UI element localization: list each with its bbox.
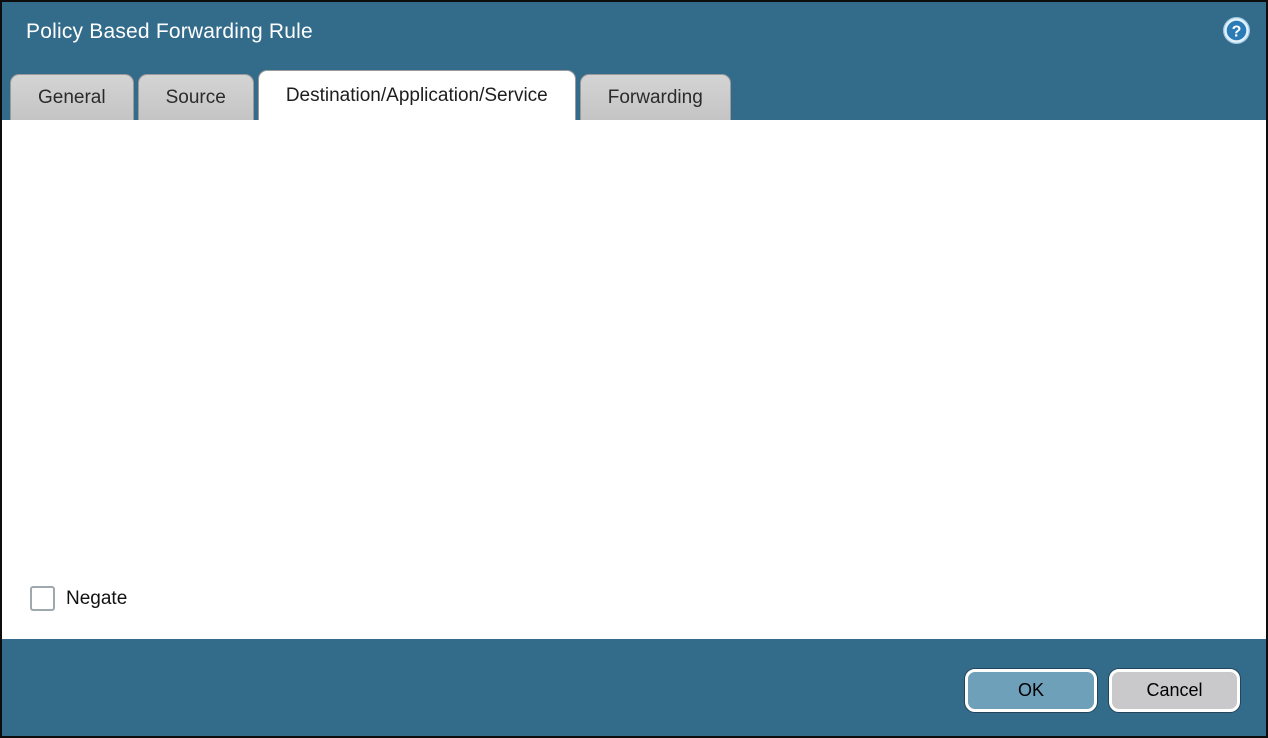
- tab-source[interactable]: Source: [138, 74, 254, 120]
- ok-button[interactable]: OK: [965, 669, 1097, 712]
- negate-checkbox[interactable]: ✔: [30, 586, 55, 611]
- cancel-button[interactable]: Cancel: [1109, 669, 1240, 712]
- tab-content-panel: [2, 120, 1266, 639]
- tab-general[interactable]: General: [10, 74, 134, 120]
- negate-option: ✔ Negate: [30, 586, 127, 611]
- tab-destination-application-service[interactable]: Destination/Application/Service: [258, 70, 576, 120]
- negate-label: Negate: [66, 588, 127, 610]
- svg-text:?: ?: [1232, 24, 1242, 41]
- tab-bar: General Source Destination/Application/S…: [10, 70, 731, 120]
- dialog-title: Policy Based Forwarding Rule: [26, 20, 313, 44]
- tab-forwarding[interactable]: Forwarding: [580, 74, 731, 120]
- help-icon[interactable]: ?: [1222, 16, 1251, 45]
- policy-based-forwarding-dialog: { "window": { "title": "Policy Based For…: [0, 0, 1268, 738]
